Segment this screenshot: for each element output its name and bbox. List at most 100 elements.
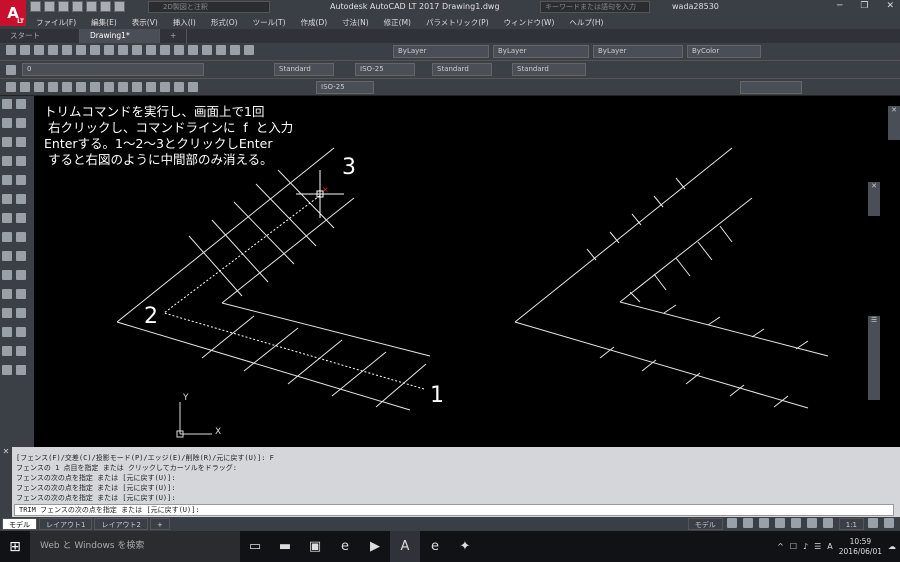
lineweight-combo[interactable]: ByLayer [593, 45, 683, 58]
pan-icon[interactable] [160, 45, 170, 55]
ie-icon[interactable]: e [420, 531, 450, 562]
autocad-taskbar-icon[interactable]: A [390, 531, 420, 562]
explode-icon[interactable] [16, 365, 26, 375]
tolerance-icon[interactable] [146, 82, 156, 92]
match-prop-icon[interactable] [118, 45, 128, 55]
model-space-toggle[interactable]: モデル [687, 518, 723, 530]
rectangle-icon[interactable] [2, 137, 12, 147]
region-icon[interactable] [2, 346, 12, 356]
dim-style-combo-2[interactable]: ISO-25 [316, 81, 374, 94]
cut-icon[interactable] [76, 45, 86, 55]
ortho-icon[interactable] [758, 518, 769, 528]
workspace-gear-icon[interactable] [868, 518, 878, 528]
mleader-style-combo[interactable]: Standard [512, 63, 586, 76]
help-icon[interactable] [244, 45, 254, 55]
stretch-icon[interactable] [2, 270, 12, 280]
new-icon[interactable] [6, 45, 16, 55]
app-icon[interactable]: ✦ [450, 531, 480, 562]
dim-edit-icon[interactable] [174, 82, 184, 92]
saveas-icon[interactable] [72, 1, 83, 12]
menu-view[interactable]: 表示(V) [132, 17, 158, 28]
menu-edit[interactable]: 編集(E) [91, 17, 117, 28]
new-icon[interactable] [30, 1, 41, 12]
polyline-icon[interactable] [2, 118, 12, 128]
extra-combo[interactable] [740, 81, 802, 94]
redo-icon[interactable] [114, 1, 125, 12]
tray-chevron-icon[interactable]: ^ [777, 542, 784, 551]
print-icon[interactable] [86, 1, 97, 12]
workspace-select[interactable]: 2D製図と注釈 [148, 1, 270, 13]
color-combo[interactable]: ByLayer [393, 45, 489, 58]
properties-icon[interactable] [202, 45, 212, 55]
insert-block-icon[interactable] [16, 175, 26, 185]
line-icon[interactable] [2, 99, 12, 109]
chamfer-icon[interactable] [2, 308, 12, 318]
keyword-search-input[interactable]: キーワードまたは語句を入力 [540, 1, 650, 13]
center-mark-icon[interactable] [160, 82, 170, 92]
restore-icon[interactable]: ❐ [860, 1, 868, 11]
task-view-icon[interactable]: ▭ [240, 531, 270, 562]
command-input[interactable]: TRIM フェンスの次の点を指定 または [元に戻す(U)]: [14, 504, 894, 516]
construction-line-icon[interactable] [16, 99, 26, 109]
open-icon[interactable] [44, 1, 55, 12]
copy-icon[interactable] [90, 45, 100, 55]
arc-icon[interactable] [16, 137, 26, 147]
table-style-combo[interactable]: Standard [432, 63, 492, 76]
menu-dimension[interactable]: 寸法(N) [342, 17, 368, 28]
zoom-window-icon[interactable] [188, 45, 198, 55]
table-icon[interactable] [16, 346, 26, 356]
layer-combo[interactable]: 0 [22, 63, 204, 76]
erase-icon[interactable] [2, 194, 12, 204]
ellipse-icon[interactable] [2, 175, 12, 185]
menu-format[interactable]: 形式(O) [211, 17, 238, 28]
fillet-icon[interactable] [16, 308, 26, 318]
app-menu-button[interactable]: A LT [0, 0, 26, 26]
layer-manager-icon[interactable] [6, 64, 16, 75]
preview-icon[interactable] [62, 45, 72, 55]
gradient-icon[interactable] [16, 327, 26, 337]
grid-icon[interactable] [726, 518, 737, 528]
spline-icon[interactable] [16, 156, 26, 166]
scale-icon[interactable] [16, 251, 26, 261]
menu-help[interactable]: ヘルプ(H) [569, 17, 603, 28]
annotation-scale[interactable]: 1:1 [838, 518, 864, 530]
arc-length-icon[interactable] [34, 82, 44, 92]
lineweight-icon[interactable] [806, 518, 817, 528]
undo-icon[interactable] [100, 1, 111, 12]
copy-object-icon[interactable] [16, 194, 26, 204]
polygon-icon[interactable] [16, 118, 26, 128]
open-icon[interactable] [20, 45, 30, 55]
tab-start[interactable]: スタート [0, 29, 80, 43]
mirror-icon[interactable] [2, 213, 12, 223]
baseline-icon[interactable] [118, 82, 128, 92]
save-icon[interactable] [58, 1, 69, 12]
media-icon[interactable]: ▶ [360, 531, 390, 562]
radius-icon[interactable] [62, 82, 72, 92]
dim-style-combo[interactable]: ISO-25 [355, 63, 415, 76]
ordinate-icon[interactable] [48, 82, 58, 92]
menu-insert[interactable]: 挿入(I) [173, 17, 196, 28]
undo-icon[interactable] [132, 45, 142, 55]
palette-strip-mid[interactable]: ✕ [868, 182, 880, 216]
circle-icon[interactable] [2, 156, 12, 166]
minimize-icon[interactable]: ─ [837, 1, 842, 11]
trim-icon[interactable] [16, 270, 26, 280]
menu-window[interactable]: ウィンドウ(W) [504, 17, 555, 28]
save-icon[interactable] [34, 45, 44, 55]
properties-palette-tab[interactable]: ☰ [868, 316, 880, 400]
close-icon[interactable]: ✕ [886, 1, 894, 11]
add-layout-button[interactable]: + [149, 518, 170, 530]
menu-file[interactable]: ファイル(F) [36, 17, 76, 28]
file-explorer-icon[interactable]: ▬ [270, 531, 300, 562]
linear-dim-icon[interactable] [6, 82, 16, 92]
tool-palette-icon[interactable] [230, 45, 240, 55]
new-tab-button[interactable]: + [160, 29, 188, 43]
polar-icon[interactable] [774, 518, 785, 528]
menu-tools[interactable]: ツール(T) [253, 17, 286, 28]
network-icon[interactable]: ☐ [790, 542, 797, 551]
offset-icon[interactable] [16, 213, 26, 223]
volume-icon[interactable]: ♪ [803, 542, 808, 551]
text-style-combo[interactable]: Standard [274, 63, 334, 76]
print-icon[interactable] [48, 45, 58, 55]
user-signin[interactable]: wada28530 [672, 2, 719, 11]
